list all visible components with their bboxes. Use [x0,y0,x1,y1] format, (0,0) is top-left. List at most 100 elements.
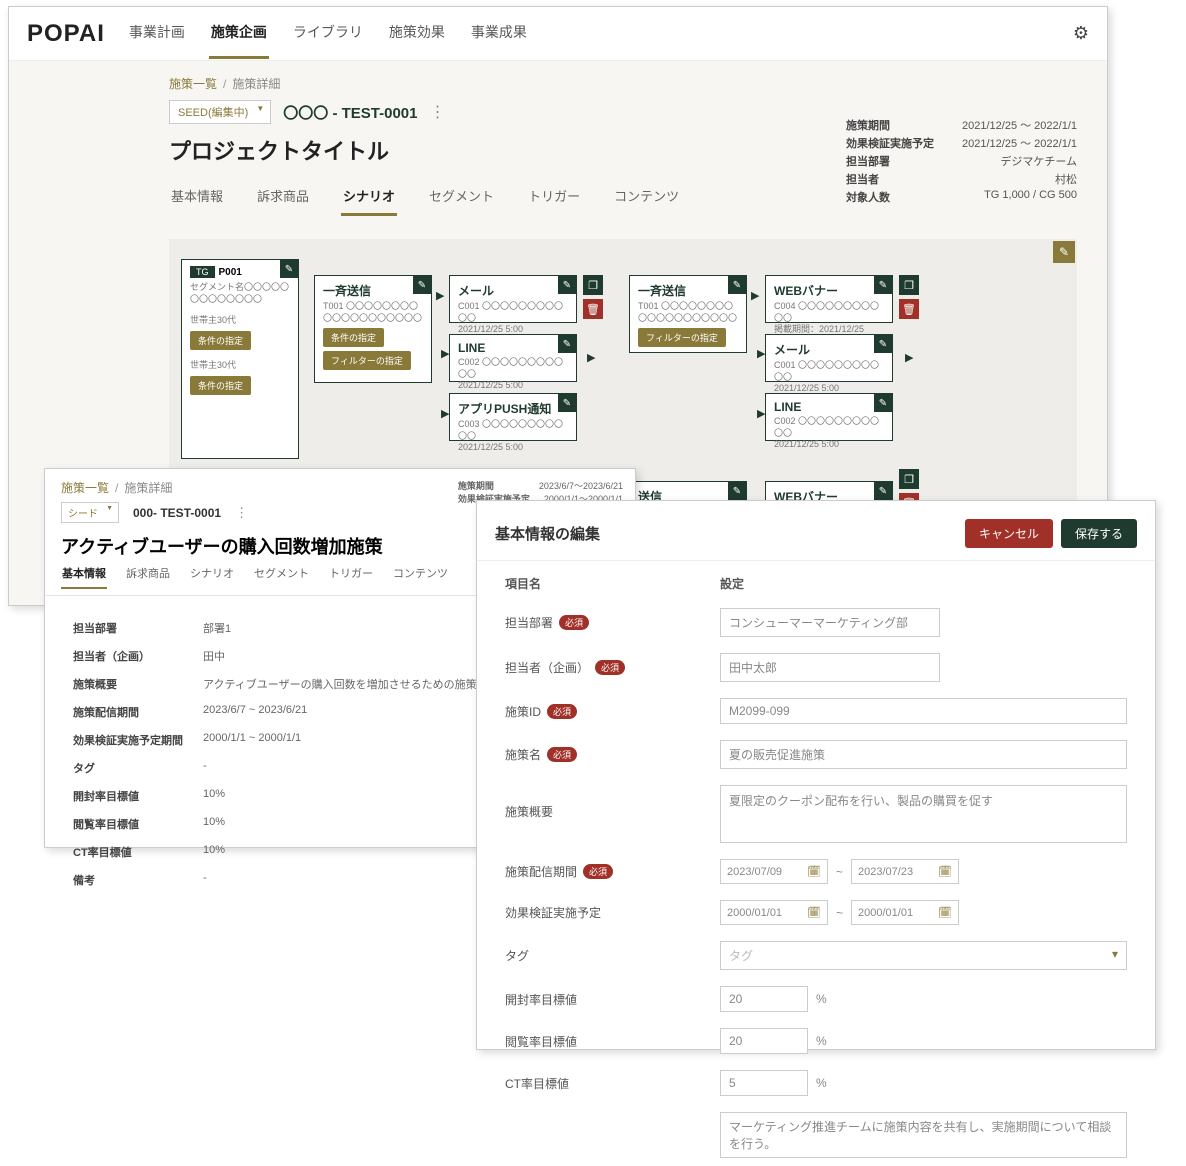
pencil-icon[interactable]: ✎ [728,482,746,500]
pencil-icon[interactable]: ✎ [558,335,576,353]
condition-button[interactable]: 条件の指定 [190,331,251,350]
card-title: LINE [774,400,884,414]
card-sub: C001 〇〇〇〇〇〇〇〇〇〇〇 [774,360,884,383]
card-title: メール [774,341,884,358]
pencil-icon[interactable]: ✎ [558,394,576,412]
copy-icon[interactable]: ❐ [899,275,919,295]
ct-rate-input[interactable]: 5 [720,1070,808,1096]
name-input[interactable]: 夏の販売促進施策 [720,740,1127,769]
more-icon[interactable]: ⋮ [429,102,445,122]
bc-link[interactable]: 施策一覧 [169,77,217,91]
tab[interactable]: トリガー [328,565,374,589]
tab[interactable]: セグメント [427,186,496,216]
date-input[interactable]: 2000/01/01🗓 [720,900,828,925]
tab[interactable]: シナリオ [189,565,235,589]
seed-select[interactable]: SEED(編集中) [169,100,271,124]
pencil-icon[interactable]: ✎ [874,482,892,500]
save-button[interactable]: 保存する [1061,519,1137,548]
tab-active[interactable]: 基本情報 [61,565,107,589]
date-input[interactable]: 2000/01/01🗓 [851,900,959,925]
copy-icon[interactable]: ❐ [583,275,603,295]
bc-current: 施策詳細 [124,481,172,495]
row-val: 2023/6/7 ~ 2023/6/21 [203,704,307,720]
form-row: 閲覧率目標値 20% [477,1020,1155,1062]
form-title: 基本情報の編集 [495,523,600,544]
pencil-icon[interactable]: ✎ [874,335,892,353]
tab[interactable]: トリガー [526,186,582,216]
meta-panel: 施策期間2021/12/25 ～ 2022/1/1 効果検証実施予定2021/1… [846,117,1077,207]
trigger-card: ✎ 一斉送信 T001 〇〇〇〇〇〇〇〇〇〇〇〇〇〇〇〇〇〇〇 フィルターの指定 [629,275,747,353]
row-val: 田中 [203,648,225,664]
pencil-icon[interactable]: ✎ [280,260,298,278]
required-badge: 必須 [595,660,625,675]
pencil-icon[interactable]: ✎ [874,276,892,294]
tab[interactable]: 訴求商品 [255,186,311,216]
nav-item[interactable]: 施策効果 [387,8,447,59]
calendar-icon: 🗓 [938,865,952,878]
field-label: 施策配信期間 [505,863,577,880]
edit-canvas-icon[interactable]: ✎ [1053,241,1075,263]
content-card-line: ✎ LINE C002 〇〇〇〇〇〇〇〇〇〇〇 2021/12/25 5:00 [449,334,577,382]
cancel-button[interactable]: キャンセル [965,519,1053,548]
delete-icon[interactable]: 🗑 [899,299,919,319]
card-title: アプリPUSH通知 [458,400,568,417]
date-input[interactable]: 2023/07/23🗓 [851,859,959,884]
row-val: アクティブユーザーの購入回数を増加させるための施策 [203,676,477,692]
breadcrumb: 施策一覧/施策詳細 [9,61,1107,96]
date-input[interactable]: 2023/07/09🗓 [720,859,828,884]
seg-group: 世帯主30代 [190,360,290,372]
form-row: 施策概要 夏限定のクーポン配布を行い、製品の購買を促す [477,777,1155,851]
calendar-icon: 🗓 [938,906,952,919]
pencil-icon[interactable]: ✎ [413,276,431,294]
tab[interactable]: コンテンツ [392,565,449,589]
calendar-icon: 🗓 [807,865,821,878]
project-id: 〇〇〇 - TEST-0001 [283,102,417,123]
tab[interactable]: コンテンツ [612,186,681,216]
id-input[interactable]: M2099-099 [720,698,1127,724]
content-card-mail: ✎ メール C001 〇〇〇〇〇〇〇〇〇〇〇 2021/12/25 5:00 [449,275,577,323]
condition-button[interactable]: 条件の指定 [190,376,251,395]
row-key: タグ [73,760,203,776]
condition-button[interactable]: 条件の指定 [323,328,384,347]
filter-button[interactable]: フィルターの指定 [323,351,411,370]
bc-link[interactable]: 施策一覧 [61,481,109,495]
arrow-icon: ▶ [905,351,913,364]
dept-input[interactable]: コンシューマーマーケティング部 [720,608,940,637]
nav-item[interactable]: ライブラリ [291,8,365,59]
pencil-icon[interactable]: ✎ [874,394,892,412]
row-key: 備考 [73,872,203,888]
nav-item[interactable]: 事業成果 [469,8,529,59]
field-label: CT率目標値 [505,1075,569,1092]
tab[interactable]: 基本情報 [169,186,225,216]
gear-icon[interactable]: ⚙ [1073,23,1089,44]
field-label: 開封率目標値 [505,991,577,1008]
content-card-push: ✎ アプリPUSH通知 C003 〇〇〇〇〇〇〇〇〇〇〇 2021/12/25 … [449,393,577,441]
tab-active[interactable]: シナリオ [341,186,397,216]
owner-input[interactable]: 田中太郎 [720,653,940,682]
delete-icon[interactable]: 🗑 [583,299,603,319]
nav-item[interactable]: 事業計画 [127,8,187,59]
tab[interactable]: セグメント [253,565,310,589]
pencil-icon[interactable]: ✎ [558,276,576,294]
row-val: 部署1 [203,620,231,636]
row-key: 担当者（企画） [73,648,203,664]
summary-textarea[interactable]: 夏限定のクーポン配布を行い、製品の購買を促す [720,785,1127,843]
field-label: タグ [505,947,529,964]
meta-val: 2021/12/25 ～ 2022/1/1 [962,135,1077,151]
tab[interactable]: 訴求商品 [125,565,171,589]
field-label: 担当部署 [505,614,553,631]
copy-icon[interactable]: ❐ [899,469,919,489]
note-input[interactable]: マーケティング推進チームに施策内容を共有し、実施期間について相談を行う。 [720,1112,1127,1158]
arrow-icon: ▶ [587,351,595,364]
filter-button[interactable]: フィルターの指定 [638,328,726,347]
seed-select[interactable]: シード [61,502,119,523]
view-rate-input[interactable]: 20 [720,1028,808,1054]
pencil-icon[interactable]: ✎ [728,276,746,294]
form-row: CT率目標値 5% [477,1062,1155,1104]
seg-name: セグメント名〇〇〇〇〇〇〇〇〇〇〇〇〇 [190,282,290,305]
tag-select[interactable]: タグ▾ [720,941,1127,970]
nav-item-active[interactable]: 施策企画 [209,8,269,59]
open-rate-input[interactable]: 20 [720,986,808,1012]
more-icon[interactable]: ⋮ [235,505,248,521]
card-date: 2021/12/25 5:00 [774,439,884,451]
